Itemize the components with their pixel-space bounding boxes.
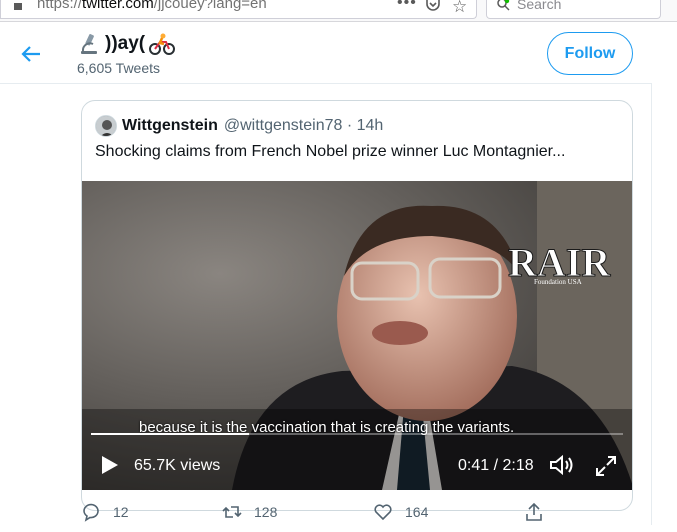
quoted-tweet-header: Wittgenstein @wittgenstein78 · 14h [95,115,383,137]
video-view-count: 65.7K views [134,457,221,474]
rair-watermark-sub: Foundation USA [534,278,582,286]
browser-toolbar: https://twitter.com/jjcouey?lang=en ••• … [0,0,677,22]
video-progress-fill [91,433,249,435]
share-button[interactable] [524,502,544,522]
timeline-column: ))ay( 6,605 Tweets Follow y Wittgenstein [0,22,652,525]
like-button[interactable]: 164 [373,502,428,522]
video-progress-bar[interactable] [91,433,623,435]
browser-search-box[interactable]: Search [486,0,661,19]
share-icon [526,502,542,521]
video-frame: RAIR Foundation USA [82,181,632,490]
url-text: https://twitter.com/jjcouey?lang=en [37,0,267,12]
follow-button[interactable]: Follow [547,32,633,75]
microscope-emoji-icon [81,34,97,54]
retweet-count: 128 [254,504,278,520]
tweets-count: 6,605 Tweets [77,60,161,76]
search-icon [497,0,510,11]
retweet-button[interactable]: 128 [222,502,277,522]
heart-icon [374,504,392,521]
pocket-icon[interactable] [425,0,441,12]
reply-icon [83,503,99,522]
video-time: 0:41 / 2:18 [458,457,534,474]
bookmark-star-icon[interactable]: ☆ [452,0,467,17]
retweet-icon [222,506,242,518]
play-icon[interactable] [98,454,120,476]
back-arrow-icon[interactable] [20,43,42,65]
url-bar[interactable]: https://twitter.com/jjcouey?lang=en ••• … [0,0,477,19]
profile-name-row: ))ay( [77,32,176,56]
url-host: twitter.com [82,0,154,12]
fullscreen-icon[interactable] [595,455,617,477]
search-placeholder: Search [517,0,562,12]
quoted-author-handle: @wittgenstein78 · 14h [223,117,384,134]
video-player[interactable]: RAIR Foundation USA because it is the va… [82,181,632,490]
quoted-tweet-text: Shocking claims from French Nobel prize … [95,143,566,160]
reply-count: 12 [113,504,129,520]
reply-button[interactable]: 12 [81,502,129,522]
url-path: /jjcouey?lang=en [153,0,267,12]
profile-display-name: ))ay( [105,33,146,54]
cyclist-emoji-icon [149,33,176,55]
volume-icon[interactable] [548,453,574,477]
quoted-tweet-card[interactable]: Wittgenstein @wittgenstein78 · 14h Shock… [81,100,633,511]
page-actions-icon[interactable]: ••• [397,0,417,12]
profile-header: ))ay( 6,605 Tweets Follow [0,22,652,84]
avatar[interactable] [95,115,117,137]
url-prefix: https:// [37,0,83,12]
quoted-author-name[interactable]: Wittgenstein [122,117,218,135]
lock-icon [14,3,22,10]
avatar-portrait-icon [96,116,116,136]
like-count: 164 [405,504,429,520]
tweet-actions: 12 128 164 [0,502,652,532]
